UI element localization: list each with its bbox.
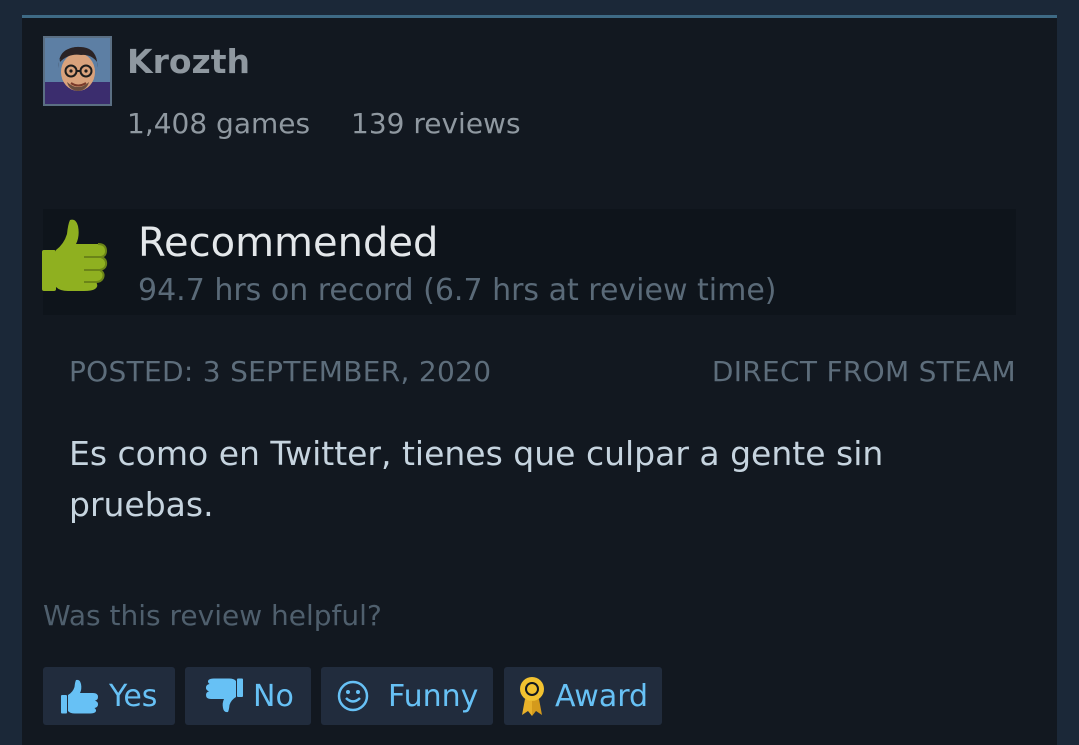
vote-no-button[interactable]: No <box>185 667 311 725</box>
author-name[interactable]: Krozth <box>127 42 250 82</box>
vote-funny-label: Funny <box>388 678 479 714</box>
hours-on-record: 94.7 hrs on record (6.7 hrs at review ti… <box>138 273 777 308</box>
award-button[interactable]: Award <box>504 667 662 725</box>
review-body: Es como en Twitter, tienes que culpar a … <box>69 434 884 524</box>
review-page: Krozth 1,408 games 139 reviews Recommend… <box>0 0 1079 745</box>
author-games-count[interactable]: 1,408 games <box>127 106 310 142</box>
frame-right <box>1057 0 1079 745</box>
posted-date: POSTED: 3 SEPTEMBER, 2020 <box>69 355 492 388</box>
helpful-prompt: Was this review helpful? <box>43 599 382 632</box>
thumbs-down-icon <box>201 678 247 714</box>
verdict-title[interactable]: Recommended <box>138 220 438 266</box>
award-label: Award <box>555 678 649 714</box>
vote-yes-label: Yes <box>109 678 158 714</box>
author-avatar[interactable] <box>43 36 112 106</box>
thumbs-up-icon <box>40 216 114 292</box>
vote-funny-button[interactable]: Funny <box>321 667 493 725</box>
frame-top <box>0 0 1079 15</box>
thumbs-up-icon <box>57 678 103 714</box>
vote-no-label: No <box>253 678 294 714</box>
frame-left <box>0 0 22 745</box>
author-reviews-count[interactable]: 139 reviews <box>351 106 521 142</box>
review-source: DIRECT FROM STEAM <box>711 355 1016 388</box>
cartoon-avatar-icon <box>45 38 110 104</box>
smiley-face-icon <box>333 679 373 713</box>
award-ribbon-icon <box>516 675 548 717</box>
vote-yes-button[interactable]: Yes <box>43 667 175 725</box>
